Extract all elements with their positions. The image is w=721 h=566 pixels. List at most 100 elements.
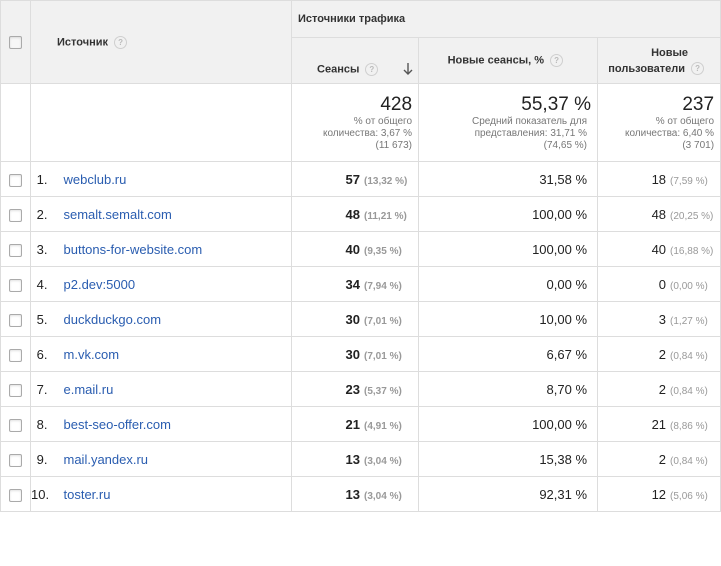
sessions-value: 34 <box>345 276 361 292</box>
new-users-cell: 21 (8,86 %) <box>597 406 721 442</box>
sessions-percent: (7,94 %) <box>364 280 402 292</box>
new-users-value: 40 <box>651 241 667 257</box>
source-link[interactable]: semalt.semalt.com <box>64 207 172 222</box>
help-icon[interactable]: ? <box>114 35 128 49</box>
row-checkbox-cell <box>0 266 31 302</box>
table-row[interactable]: 6. m.vk.com 30 (7,01 %) 6,67 % 2 (0,84 %) <box>0 336 721 372</box>
new-users-percent: (0,84 %) <box>670 350 708 362</box>
new-users-cell: 48 (20,25 %) <box>597 196 721 232</box>
row-checkbox[interactable] <box>9 313 22 327</box>
row-checkbox[interactable] <box>9 208 22 222</box>
row-index: 5. <box>30 301 64 337</box>
sessions-total-cell: 428 % от общего количества: 3,67 % (11 6… <box>291 83 420 162</box>
row-checkbox[interactable] <box>9 418 22 432</box>
new-sessions-cell: 15,38 % <box>418 441 599 477</box>
new-users-cell: 12 (5,06 %) <box>597 476 721 512</box>
new-users-percent: (0,84 %) <box>670 455 708 467</box>
table-row[interactable]: 7. e.mail.ru 23 (5,37 %) 8,70 % 2 (0,84 %) <box>0 371 721 407</box>
table-row[interactable]: 1. webclub.ru 57 (13,32 %) 31,58 % 18 (7,5… <box>0 161 721 197</box>
source-cell: semalt.semalt.com <box>63 196 293 232</box>
new-users-percent: (0,84 %) <box>670 385 708 397</box>
row-checkbox-cell <box>0 441 31 477</box>
new-users-cell: 3 (1,27 %) <box>597 301 721 337</box>
new-users-cell: 2 (0,84 %) <box>597 441 721 477</box>
new-sessions-column-header[interactable]: Новые сеансы, %? <box>418 37 599 84</box>
new-users-value: 3 <box>658 311 667 327</box>
sessions-total-note-1: % от общего <box>353 116 413 127</box>
source-header-label: Источник <box>57 35 109 48</box>
table-body: 1. webclub.ru 57 (13,32 %) 31,58 % 18 (7,5… <box>0 161 721 512</box>
new-sessions-cell: 100,00 % <box>418 231 599 267</box>
row-checkbox[interactable] <box>9 278 22 292</box>
help-icon[interactable]: ? <box>691 62 705 76</box>
sessions-value: 13 <box>345 451 361 467</box>
sort-descending-icon[interactable] <box>402 61 414 77</box>
source-link[interactable]: p2.dev:5000 <box>64 277 136 292</box>
new-users-percent: (8,86 %) <box>670 420 708 432</box>
row-checkbox-cell <box>0 406 31 442</box>
new-users-cell: 0 (0,00 %) <box>597 266 721 302</box>
sessions-total-note-3: (11 673) <box>375 140 413 151</box>
new-users-value: 48 <box>651 206 667 222</box>
row-checkbox[interactable] <box>9 173 22 187</box>
row-index: 1. <box>30 161 64 197</box>
source-link[interactable]: m.vk.com <box>64 347 120 362</box>
row-index: 7. <box>30 371 64 407</box>
help-icon[interactable]: ? <box>365 62 379 76</box>
new-users-cell: 2 (0,84 %) <box>597 336 721 372</box>
row-checkbox[interactable] <box>9 488 22 502</box>
source-cell: e.mail.ru <box>63 371 293 407</box>
row-index: 9. <box>30 441 64 477</box>
sessions-value: 30 <box>345 346 361 362</box>
row-checkbox-cell <box>0 476 31 512</box>
new-sessions-cell: 8,70 % <box>418 371 599 407</box>
help-icon[interactable]: ? <box>550 54 564 67</box>
table-row[interactable]: 9. mail.yandex.ru 13 (3,04 %) 15,38 % 2 (0… <box>0 441 721 477</box>
row-index: 8. <box>30 406 64 442</box>
source-link[interactable]: best-seo-offer.com <box>64 417 171 432</box>
sessions-total-note-2: количества: 3,67 % <box>322 128 413 139</box>
select-all-checkbox[interactable] <box>9 35 22 49</box>
sessions-percent: (3,04 %) <box>364 455 402 467</box>
sessions-cell: 30 (7,01 %) <box>291 336 420 372</box>
table-row[interactable]: 2. semalt.semalt.com 48 (11,21 %) 100,00 … <box>0 196 721 232</box>
sessions-cell: 30 (7,01 %) <box>291 301 420 337</box>
new-users-value: 18 <box>651 171 667 187</box>
source-link[interactable]: duckduckgo.com <box>64 312 162 327</box>
source-link[interactable]: toster.ru <box>64 487 111 502</box>
source-link[interactable]: webclub.ru <box>64 172 127 187</box>
group-header-label: Источники трафика <box>298 13 406 25</box>
row-checkbox[interactable] <box>9 383 22 397</box>
row-checkbox[interactable] <box>9 243 22 257</box>
new-sessions-cell: 92,31 % <box>418 476 599 512</box>
source-cell: best-seo-offer.com <box>63 406 293 442</box>
sessions-value: 21 <box>345 416 361 432</box>
new-users-percent: (1,27 %) <box>670 315 708 327</box>
new-users-cell: 18 (7,59 %) <box>597 161 721 197</box>
new-sessions-total-cell: 55,37 % Средний показатель для представл… <box>418 83 599 162</box>
source-column-header[interactable]: Источник? <box>29 0 293 84</box>
row-checkbox-cell <box>0 371 31 407</box>
table-row[interactable]: 5. duckduckgo.com 30 (7,01 %) 10,00 % 3 (1… <box>0 301 721 337</box>
sessions-cell: 13 (3,04 %) <box>291 476 420 512</box>
row-checkbox-cell <box>0 161 31 197</box>
new-users-column-header[interactable]: Новые пользователи? <box>597 37 721 84</box>
source-cell: duckduckgo.com <box>63 301 293 337</box>
new-users-value: 21 <box>651 416 667 432</box>
row-checkbox[interactable] <box>9 453 22 467</box>
source-link[interactable]: mail.yandex.ru <box>64 452 149 467</box>
table-row[interactable]: 3. buttons-for-website.com 40 (9,35 %) 10… <box>0 231 721 267</box>
new-users-percent: (20,25 %) <box>670 210 714 222</box>
source-cell: webclub.ru <box>63 161 293 197</box>
sessions-column-header[interactable]: Сеансы? <box>291 37 420 84</box>
sessions-percent: (5,37 %) <box>364 385 402 397</box>
table-row[interactable]: 4. p2.dev:5000 34 (7,94 %) 0,00 % 0 (0,00 … <box>0 266 721 302</box>
source-link[interactable]: e.mail.ru <box>64 382 114 397</box>
table-row[interactable]: 8. best-seo-offer.com 21 (4,91 %) 100,00 … <box>0 406 721 442</box>
table-row[interactable]: 10. toster.ru 13 (3,04 %) 92,31 % 12 (5,06… <box>0 476 721 512</box>
source-link[interactable]: buttons-for-website.com <box>64 242 203 257</box>
select-all-cell <box>0 0 31 84</box>
sessions-percent: (7,01 %) <box>364 350 402 362</box>
sessions-value: 13 <box>345 486 361 502</box>
row-checkbox[interactable] <box>9 348 22 362</box>
